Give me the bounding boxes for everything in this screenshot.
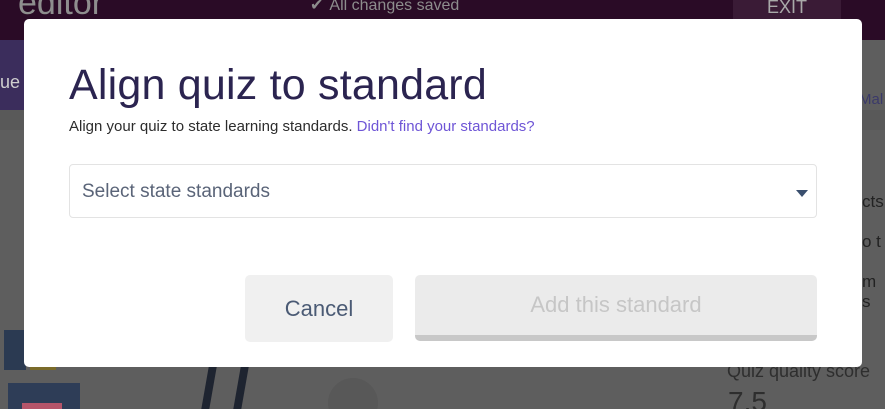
right-fragment-3: m s bbox=[862, 272, 877, 311]
dialog-subtitle: Align your quiz to state learning standa… bbox=[69, 118, 535, 135]
right-fragment-0: Mal bbox=[859, 91, 884, 108]
illustration-figure bbox=[201, 367, 249, 409]
right-fragment-2: o t bbox=[862, 232, 881, 251]
cancel-button[interactable]: Cancel bbox=[245, 275, 393, 342]
add-standard-button[interactable]: Add this standard bbox=[415, 275, 817, 341]
right-fragment-1: cts bbox=[862, 192, 884, 211]
left-tab-text: ue bbox=[0, 72, 21, 92]
dialog-title: Align quiz to standard bbox=[69, 61, 487, 109]
check-icon: ✔ bbox=[310, 0, 324, 14]
save-status-text: All changes saved bbox=[329, 0, 460, 14]
state-standards-select[interactable]: Select state standards bbox=[69, 164, 817, 218]
caret-down-icon bbox=[796, 190, 808, 197]
save-status: ✔ All changes saved bbox=[310, 0, 459, 15]
illustration-shape bbox=[8, 383, 80, 409]
quality-score-value: 7.5 bbox=[728, 386, 767, 409]
missing-standards-link[interactable]: Didn't find your standards? bbox=[357, 118, 535, 135]
select-placeholder: Select state standards bbox=[82, 181, 270, 202]
illustration-shape bbox=[4, 330, 26, 370]
subtitle-text: Align your quiz to state learning standa… bbox=[69, 118, 353, 135]
align-standard-dialog: Align quiz to standard Align your quiz t… bbox=[24, 19, 862, 367]
